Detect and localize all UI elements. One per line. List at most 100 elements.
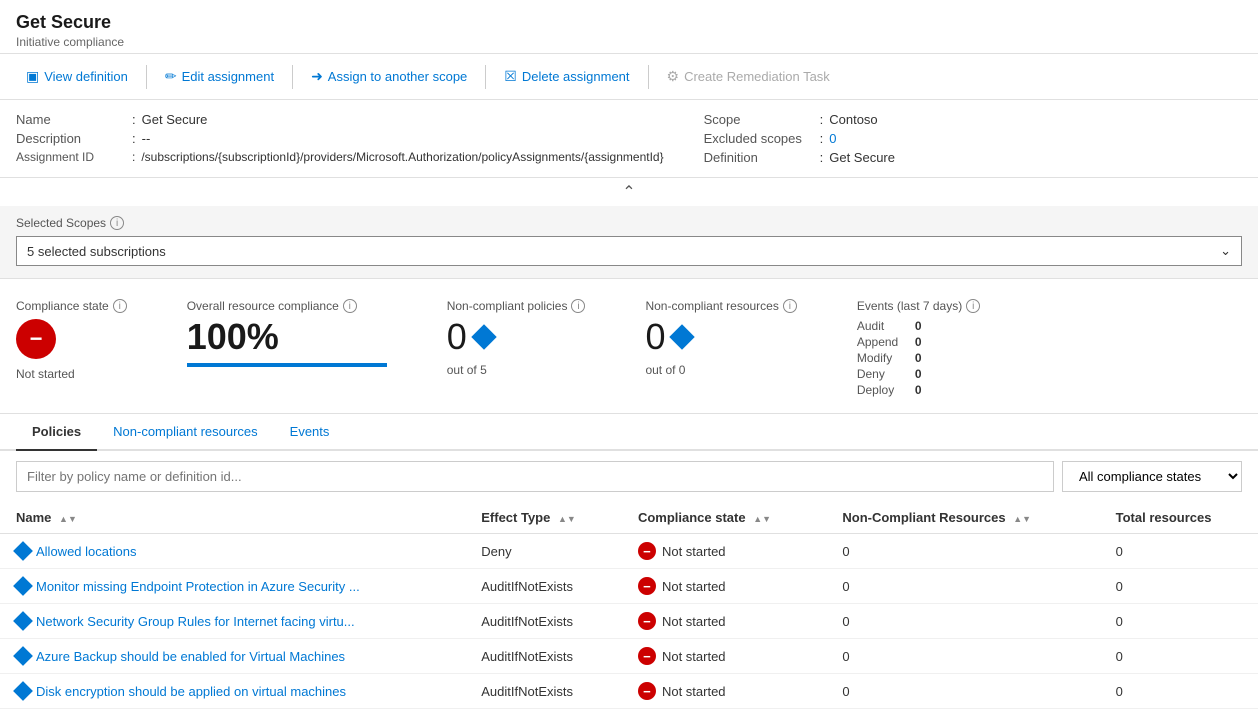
description-value: -- xyxy=(142,131,151,146)
excluded-scopes-label: Excluded scopes xyxy=(704,131,814,146)
name-value: Get Secure xyxy=(142,112,208,127)
definition-label: Definition xyxy=(704,150,814,165)
colon-excl: : xyxy=(820,131,824,146)
not-started-badge-4: − xyxy=(638,682,656,700)
non-compliant-policies-block: Non-compliant policies i 0 out of 5 xyxy=(447,299,586,397)
cell-effect-2: AuditIfNotExists xyxy=(465,604,622,639)
cell-total-4: 0 xyxy=(1100,674,1258,709)
colon-id: : xyxy=(132,150,135,164)
cell-total-0: 0 xyxy=(1100,534,1258,569)
non-compliant-policies-out-of: out of 5 xyxy=(447,363,586,377)
delete-assignment-button[interactable]: ☒ Delete assignment xyxy=(494,62,639,91)
col-total-resources: Total resources xyxy=(1100,502,1258,534)
collapse-button[interactable]: ⌃ xyxy=(0,178,1258,206)
description-label: Description xyxy=(16,131,126,146)
col-effect-type: Effect Type ▲▼ xyxy=(465,502,622,534)
policy-row-icon-2 xyxy=(13,611,33,631)
meta-section: Name : Get Secure Description : -- Assig… xyxy=(0,100,1258,178)
non-compliant-policies-info-icon[interactable]: i xyxy=(571,299,585,313)
cell-effect-3: AuditIfNotExists xyxy=(465,639,622,674)
cell-name-4: Disk encryption should be applied on vir… xyxy=(0,674,465,709)
separator-1 xyxy=(146,65,147,89)
cell-name-3: Azure Backup should be enabled for Virtu… xyxy=(0,639,465,674)
policy-name-link-1[interactable]: Monitor missing Endpoint Protection in A… xyxy=(36,579,360,594)
policy-filter-input[interactable] xyxy=(16,461,1054,492)
sort-ncr-icon[interactable]: ▲▼ xyxy=(1013,514,1031,524)
cell-name-1: Monitor missing Endpoint Protection in A… xyxy=(0,569,465,604)
assignment-id-label: Assignment ID xyxy=(16,150,126,164)
event-row-deny: Deny0 xyxy=(857,367,980,381)
overall-compliance-info-icon[interactable]: i xyxy=(343,299,357,313)
remediation-icon: ⚙ xyxy=(667,68,680,85)
sort-compliance-icon[interactable]: ▲▼ xyxy=(753,514,771,524)
cell-compliance-1: − Not started xyxy=(622,569,826,604)
excluded-scopes-value[interactable]: 0 xyxy=(829,131,836,146)
non-compliant-resources-block: Non-compliant resources i 0 out of 0 xyxy=(645,299,796,397)
non-compliant-resources-info-icon[interactable]: i xyxy=(783,299,797,313)
meta-name-row: Name : Get Secure xyxy=(16,112,664,127)
create-remediation-button[interactable]: ⚙ Create Remediation Task xyxy=(657,62,840,91)
cell-ncr-1: 0 xyxy=(826,569,1099,604)
non-compliant-resources-value-row: 0 xyxy=(645,319,796,355)
page-subtitle: Initiative compliance xyxy=(16,35,1242,49)
sort-effect-icon[interactable]: ▲▼ xyxy=(558,514,576,524)
scope-info-icon[interactable]: i xyxy=(110,216,124,230)
not-started-badge-0: − xyxy=(638,542,656,560)
non-compliant-resources-value: 0 xyxy=(645,319,665,355)
policy-name-link-2[interactable]: Network Security Group Rules for Interne… xyxy=(36,614,355,629)
cell-ncr-0: 0 xyxy=(826,534,1099,569)
assign-icon: ➜ xyxy=(311,68,323,85)
cell-total-3: 0 xyxy=(1100,639,1258,674)
colon-desc: : xyxy=(132,131,136,146)
policy-name-link-4[interactable]: Disk encryption should be applied on vir… xyxy=(36,684,346,699)
meta-description-row: Description : -- xyxy=(16,131,664,146)
resource-diamond-icon xyxy=(670,324,695,349)
scope-section: Selected Scopes i 5 selected subscriptio… xyxy=(0,206,1258,279)
scope-dropdown[interactable]: 5 selected subscriptions ⌄ xyxy=(16,236,1242,266)
sort-name-icon[interactable]: ▲▼ xyxy=(59,514,77,524)
policy-diamond-icon xyxy=(471,324,496,349)
events-info-icon[interactable]: i xyxy=(966,299,980,313)
col-name: Name ▲▼ xyxy=(0,502,465,534)
non-compliant-policies-label: Non-compliant policies i xyxy=(447,299,586,313)
cell-name-0: Allowed locations xyxy=(0,534,465,569)
event-row-append: Append0 xyxy=(857,335,980,349)
page-header: Get Secure Initiative compliance xyxy=(0,0,1258,54)
tab-non-compliant-resources[interactable]: Non-compliant resources xyxy=(97,414,274,451)
separator-4 xyxy=(648,65,649,89)
cell-name-2: Network Security Group Rules for Interne… xyxy=(0,604,465,639)
compliance-state-value: Not started xyxy=(16,367,127,381)
policy-row-icon-1 xyxy=(13,576,33,596)
policies-table: Name ▲▼ Effect Type ▲▼ Compliance state … xyxy=(0,502,1258,709)
page-title: Get Secure xyxy=(16,12,1242,33)
policy-name-link-0[interactable]: Allowed locations xyxy=(36,544,136,559)
compliance-progress-fill xyxy=(187,363,387,367)
compliance-state-filter[interactable]: All compliance states xyxy=(1062,461,1242,492)
compliance-state-info-icon[interactable]: i xyxy=(113,299,127,313)
table-row: Disk encryption should be applied on vir… xyxy=(0,674,1258,709)
chevron-down-icon: ⌄ xyxy=(1220,243,1231,259)
stats-section: Compliance state i − Not started Overall… xyxy=(0,279,1258,414)
assign-scope-button[interactable]: ➜ Assign to another scope xyxy=(301,62,477,91)
compliance-state-block: Compliance state i − Not started xyxy=(16,299,127,397)
events-label: Events (last 7 days) i xyxy=(857,299,980,313)
cell-ncr-2: 0 xyxy=(826,604,1099,639)
colon-def: : xyxy=(820,150,824,165)
meta-scope-row: Scope : Contoso xyxy=(704,112,1242,127)
policy-row-icon-4 xyxy=(13,681,33,701)
scope-value: Contoso xyxy=(829,112,877,127)
edit-assignment-button[interactable]: ✏ Edit assignment xyxy=(155,62,284,91)
view-definition-button[interactable]: ▣ View definition xyxy=(16,62,138,91)
colon-scope: : xyxy=(820,112,824,127)
tab-events[interactable]: Events xyxy=(274,414,346,451)
toolbar: ▣ View definition ✏ Edit assignment ➜ As… xyxy=(0,54,1258,100)
cell-ncr-4: 0 xyxy=(826,674,1099,709)
tab-policies[interactable]: Policies xyxy=(16,414,97,451)
cell-effect-4: AuditIfNotExists xyxy=(465,674,622,709)
scope-section-label: Selected Scopes i xyxy=(16,216,1242,230)
scope-label: Scope xyxy=(704,112,814,127)
separator-3 xyxy=(485,65,486,89)
non-compliant-resources-out-of: out of 0 xyxy=(645,363,796,377)
cell-compliance-3: − Not started xyxy=(622,639,826,674)
policy-name-link-3[interactable]: Azure Backup should be enabled for Virtu… xyxy=(36,649,345,664)
